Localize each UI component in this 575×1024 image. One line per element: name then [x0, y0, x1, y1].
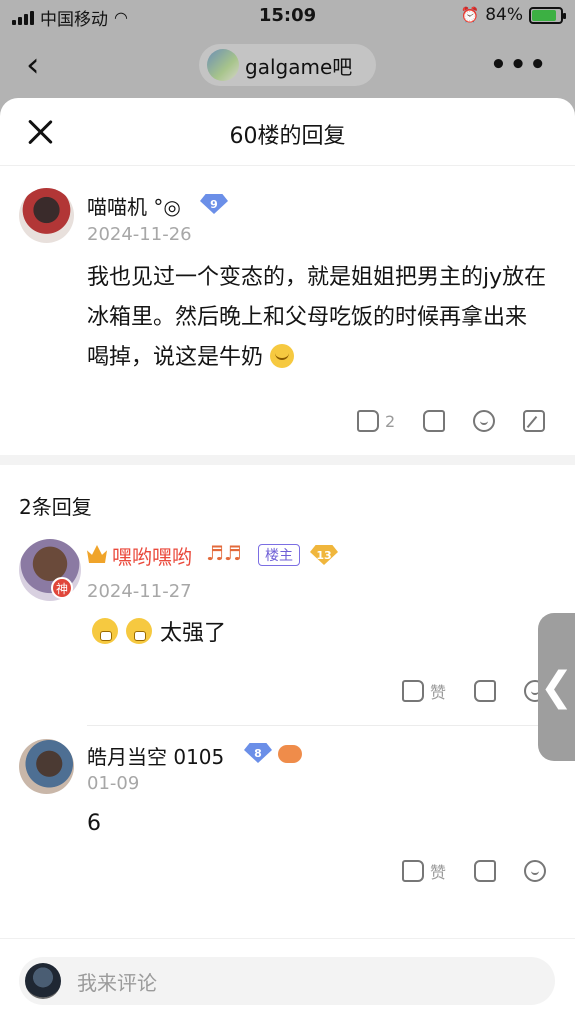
list-item: 神 嘿哟嘿哟 ♬♬ 楼主 13 2024-11-27 太强了 赞	[0, 535, 575, 735]
thumbs-up-icon	[357, 410, 379, 432]
thumbs-down-icon	[474, 680, 497, 702]
battery-icon	[529, 6, 566, 24]
edit-button[interactable]	[523, 410, 546, 432]
comment-placeholder: 我来评论	[77, 970, 157, 995]
scared-emoji-icon	[92, 618, 118, 644]
thumbs-down-icon	[474, 860, 497, 882]
more-options-button[interactable]: •••	[490, 50, 549, 80]
comment-input[interactable]: 我来评论	[19, 957, 555, 1005]
gamepad-icon	[278, 745, 302, 763]
sheet-title: 60楼的回复	[229, 124, 346, 149]
level-badge: 13	[310, 545, 338, 565]
like-count: 2	[385, 411, 396, 431]
reply-actions: 赞	[402, 859, 547, 883]
comment-bar: 我来评论	[0, 938, 575, 1024]
replies-sheet: 60楼的回复 喵喵机 °◎ 9 2024-11-26 我也见过一个变态的，就是姐…	[0, 98, 575, 1024]
list-item: 皓月当空 0105 8 01-09 6 赞	[0, 735, 575, 935]
alarm-icon: ⏰	[460, 6, 480, 24]
music-notes: ♬♬	[206, 541, 242, 565]
avatar[interactable]	[19, 739, 74, 794]
level-badge: 8	[244, 743, 272, 763]
reply-username[interactable]: 嘿哟嘿哟	[112, 541, 192, 570]
dislike-button[interactable]	[474, 860, 497, 882]
section-separator	[0, 455, 575, 465]
top-nav-bar: ‹ galgame吧 •••	[0, 36, 575, 94]
sheet-header: 60楼的回复	[0, 98, 575, 166]
post-content[interactable]: 我也见过一个变态的，就是姐姐把男主的jy放在冰箱里。然后晚上和父母吃饭的时候再拿…	[87, 258, 547, 378]
post-date: 2024-11-26	[87, 224, 192, 245]
reply-actions: 赞	[402, 679, 547, 703]
divider	[87, 725, 575, 726]
forum-name: galgame吧	[245, 54, 353, 79]
side-drawer-handle[interactable]: ❮	[538, 613, 575, 761]
edit-icon	[523, 410, 546, 432]
comment-button[interactable]	[524, 860, 547, 882]
status-right: ⏰ 84%	[460, 5, 566, 25]
more-icon: •••	[490, 50, 549, 80]
chevron-left-icon: ‹	[26, 45, 40, 85]
reply-content-text: 太强了	[160, 621, 227, 646]
reply-date: 01-09	[87, 773, 140, 794]
reply-content[interactable]: 太强了	[92, 615, 226, 647]
thumbs-down-icon	[423, 410, 446, 432]
level-gem-icon: 9	[200, 194, 228, 214]
replies-count-header: 2条回复	[19, 495, 92, 519]
reply-content-text: 6	[87, 811, 101, 836]
forum-avatar	[207, 49, 239, 81]
post-username[interactable]: 喵喵机 °◎	[87, 191, 181, 220]
like-button[interactable]: 2	[357, 410, 395, 432]
comment-button[interactable]	[473, 410, 496, 432]
like-button[interactable]: 赞	[402, 859, 446, 883]
post-actions: 2	[357, 410, 546, 432]
back-button[interactable]: ‹	[26, 48, 56, 82]
reply-username[interactable]: 皓月当空 0105	[87, 741, 224, 770]
dislike-button[interactable]	[474, 680, 497, 702]
chevron-left-icon: ❮	[539, 664, 574, 710]
reply-content[interactable]: 6	[87, 811, 101, 836]
scared-emoji-icon	[126, 618, 152, 644]
comment-icon	[473, 410, 496, 432]
op-badge: 楼主	[258, 544, 300, 566]
battery-fill	[532, 9, 556, 21]
level-badge: 9	[200, 194, 228, 214]
battery-percent: 84%	[485, 5, 523, 25]
status-bar: 中国移动 ◠ 15:09 ⏰ 84%	[0, 0, 575, 32]
grin-emoji-icon	[270, 344, 295, 368]
avatar	[25, 963, 61, 999]
comment-icon	[524, 860, 547, 882]
like-button[interactable]: 赞	[402, 679, 446, 703]
thumbs-up-icon	[402, 860, 424, 882]
avatar[interactable]	[19, 188, 74, 243]
like-label: 赞	[430, 683, 447, 702]
forum-pill-button[interactable]: galgame吧	[199, 44, 376, 86]
post-content-text: 我也见过一个变态的，就是姐姐把男主的jy放在冰箱里。然后晚上和父母吃饭的时候再拿…	[87, 265, 547, 370]
crown-icon	[87, 545, 107, 563]
thumbs-up-icon	[402, 680, 424, 702]
dislike-button[interactable]	[423, 410, 446, 432]
level-gem-icon: 8	[244, 743, 272, 763]
god-badge: 神	[51, 577, 73, 599]
main-post: 喵喵机 °◎ 9 2024-11-26 我也见过一个变态的，就是姐姐把男主的jy…	[0, 166, 575, 455]
level-gem-icon: 13	[310, 545, 338, 565]
like-label: 赞	[430, 863, 447, 882]
reply-date: 2024-11-27	[87, 581, 192, 602]
